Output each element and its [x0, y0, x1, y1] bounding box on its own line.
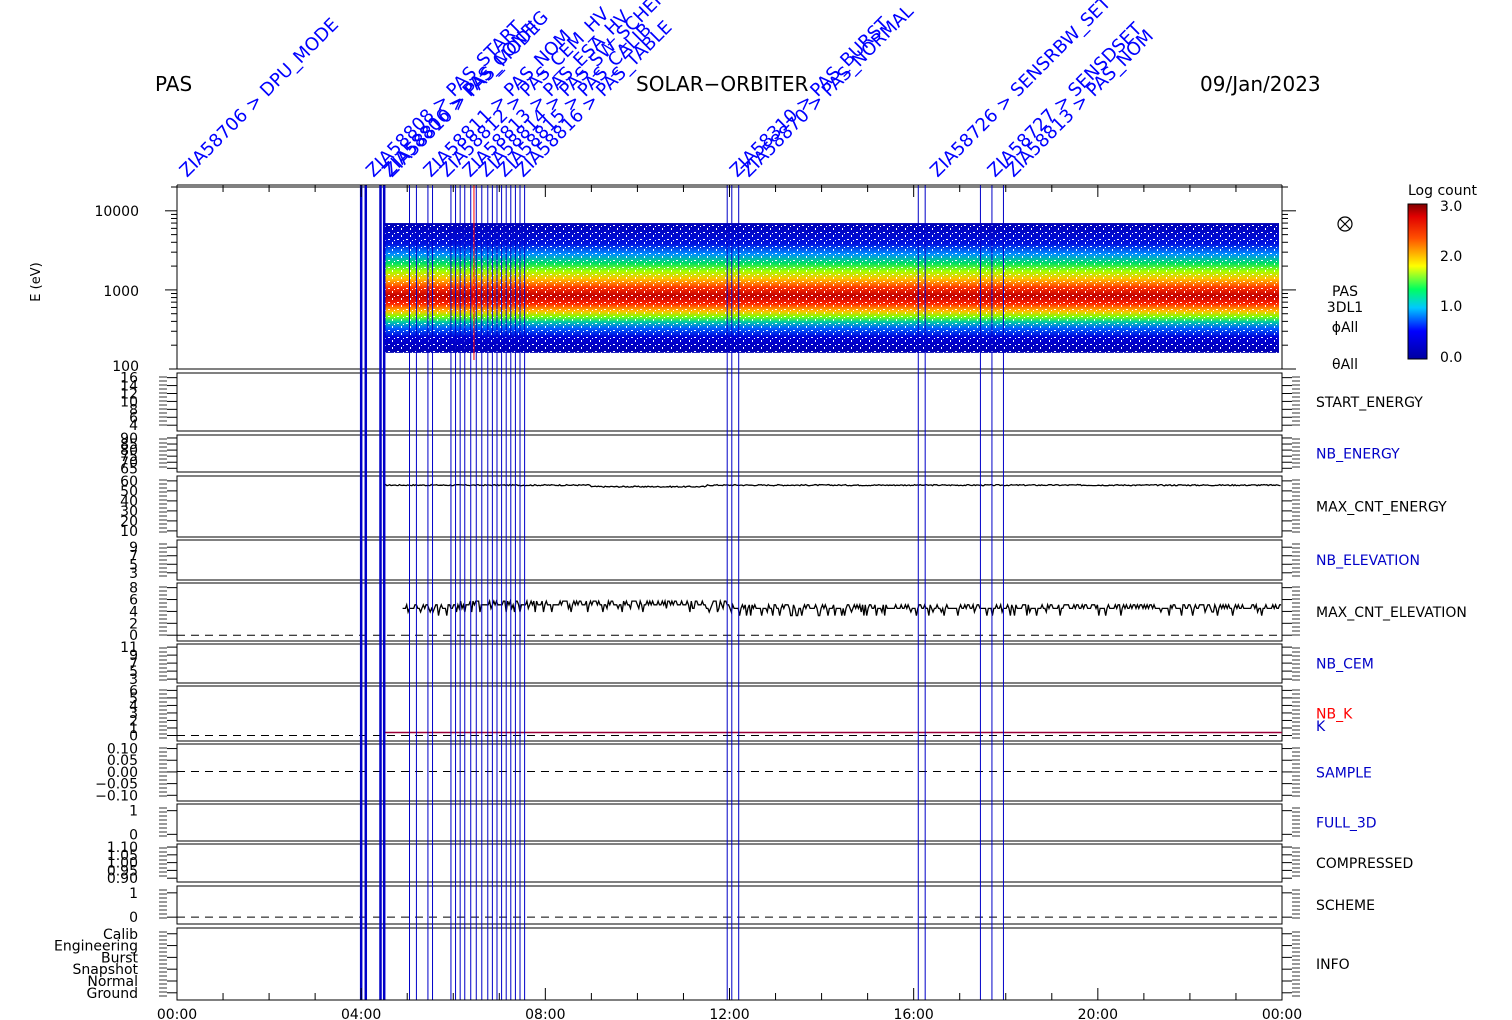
- panel-label2-k: K: [1316, 719, 1326, 735]
- event-label-14: ZIA58813 > PAS_NOM: [1002, 26, 1158, 182]
- spectrogram-ytick-10000: 10000: [94, 204, 139, 220]
- colorbar-tick-1: 1.0: [1440, 299, 1462, 315]
- event-label-0: ZIA58706 > DPU_MODE: [176, 14, 343, 181]
- time-label-2: 08:00: [525, 1007, 565, 1020]
- panel-label-start_energy: START_ENERGY: [1316, 395, 1423, 411]
- panel-label-sample: SAMPLE: [1316, 766, 1372, 782]
- panel-full_3d: 10FULL_3D: [129, 803, 1377, 843]
- spectrogram-panel: E (eV) 10000 1000 100 PAS 3DL1 ϕAll θAll: [29, 186, 1363, 375]
- panel-label-compressed: COMPRESSED: [1316, 856, 1413, 872]
- panel-3-ytick-3: 3: [129, 566, 138, 582]
- spectrogram-noise: [384, 223, 1279, 353]
- panel-frame-0: [176, 372, 1283, 432]
- panel-label-nb_energy: NB_ENERGY: [1316, 447, 1400, 463]
- colorbar-tick-3: 3.0: [1440, 199, 1462, 215]
- trace-max_cnt_energy: [384, 483, 1281, 489]
- panel-9-ytick-4: 0.90: [107, 871, 138, 887]
- spectrogram-label-phi: ϕAll: [1332, 320, 1359, 336]
- panel-10-ytick-0: 1: [129, 886, 138, 902]
- panel-max_cnt_energy: 605040302010MAX_CNT_ENERGY: [120, 474, 1447, 540]
- spectrogram-ytick-1000: 1000: [103, 284, 139, 300]
- colorbar-tick-0: 0.0: [1440, 350, 1462, 366]
- panel-frame-8: [176, 803, 1283, 842]
- panel-sample: 0.100.050.00−0.05−0.10SAMPLE: [95, 742, 1372, 805]
- panel-11-ytick-5: Ground: [87, 986, 139, 1002]
- panel-frame-10: [176, 885, 1283, 925]
- instrument-title: PAS: [155, 72, 192, 96]
- panel-scheme: 1 0 SCHEME: [129, 885, 1375, 926]
- panel-frame-4: [176, 582, 1283, 642]
- panel-frame-5: [176, 643, 1283, 684]
- crosshair-icon: [1337, 216, 1353, 232]
- time-label-1: 04:00: [341, 1007, 381, 1020]
- panel-2-ytick-5: 10: [120, 524, 138, 540]
- panel-nb_k: 6543210NB_KK: [129, 683, 1353, 744]
- housekeeping-panels: 16141210864START_ENERGY908580757065NB_EN…: [54, 371, 1467, 1002]
- panel-10-ytick-1: 0: [129, 910, 138, 926]
- panel-nb_elevation: 9753NB_ELEVATION: [129, 539, 1420, 582]
- spectrogram-ylabel: E (eV): [29, 262, 44, 301]
- panel-info: CalibEngineeringBurstSnapshotNormalGroun…: [54, 927, 1350, 1002]
- panel-nb_cem: 119753NB_CEM: [120, 640, 1374, 688]
- panel-label-max_cnt_energy: MAX_CNT_ENERGY: [1316, 500, 1447, 516]
- time-label-3: 12:00: [709, 1007, 749, 1020]
- panel-label-nb_elevation: NB_ELEVATION: [1316, 553, 1420, 569]
- panel-frame-9: [176, 843, 1283, 883]
- time-label-5: 20:00: [1078, 1007, 1118, 1020]
- colorbar-scale: [1407, 203, 1428, 360]
- panel-label-info: INFO: [1316, 957, 1350, 973]
- spectrogram-label-pas: PAS: [1332, 284, 1358, 300]
- panel-nb_energy: 908580757065NB_ENERGY: [120, 431, 1400, 477]
- panel-label-full_3d: FULL_3D: [1316, 816, 1377, 832]
- colorbar-title: Log count: [1408, 183, 1477, 199]
- pas-summary-plot: PAS SOLAR−ORBITER 09/Jan/2023 ZIA58706 >…: [29, 0, 1477, 1020]
- date-title: 09/Jan/2023: [1200, 72, 1321, 96]
- panel-max_cnt_elevation: 86420MAX_CNT_ELEVATION: [129, 581, 1467, 645]
- time-label-6: 00:00: [1262, 1007, 1302, 1020]
- panel-7-ytick-4: −0.10: [95, 788, 138, 804]
- panel-start_energy: 16141210864START_ENERGY: [120, 371, 1423, 435]
- time-label-4: 16:00: [893, 1007, 933, 1020]
- panel-frame-3: [176, 539, 1283, 581]
- colorbar-tick-2: 2.0: [1440, 249, 1462, 265]
- panel-frame-1: [176, 434, 1283, 473]
- colorbar: Log count 3.0 2.0 1.0 0.0: [1407, 183, 1477, 366]
- spectrogram-label-theta: θAll: [1332, 357, 1358, 373]
- panel-label-max_cnt_elevation: MAX_CNT_ELEVATION: [1316, 605, 1467, 621]
- panel-label-nb_cem: NB_CEM: [1316, 657, 1374, 673]
- panel-frame-7: [176, 743, 1283, 802]
- panel-compressed: 1.101.051.000.950.90COMPRESSED: [107, 840, 1413, 887]
- spectrogram-label-3dl1: 3DL1: [1327, 300, 1363, 316]
- panel-8-ytick-0: 1: [129, 804, 138, 820]
- trace-max_cnt_elevation: [402, 598, 1282, 617]
- mission-title: SOLAR−ORBITER: [636, 72, 808, 96]
- time-label-0: 00:00: [157, 1007, 197, 1020]
- panel-label-scheme: SCHEME: [1316, 898, 1375, 914]
